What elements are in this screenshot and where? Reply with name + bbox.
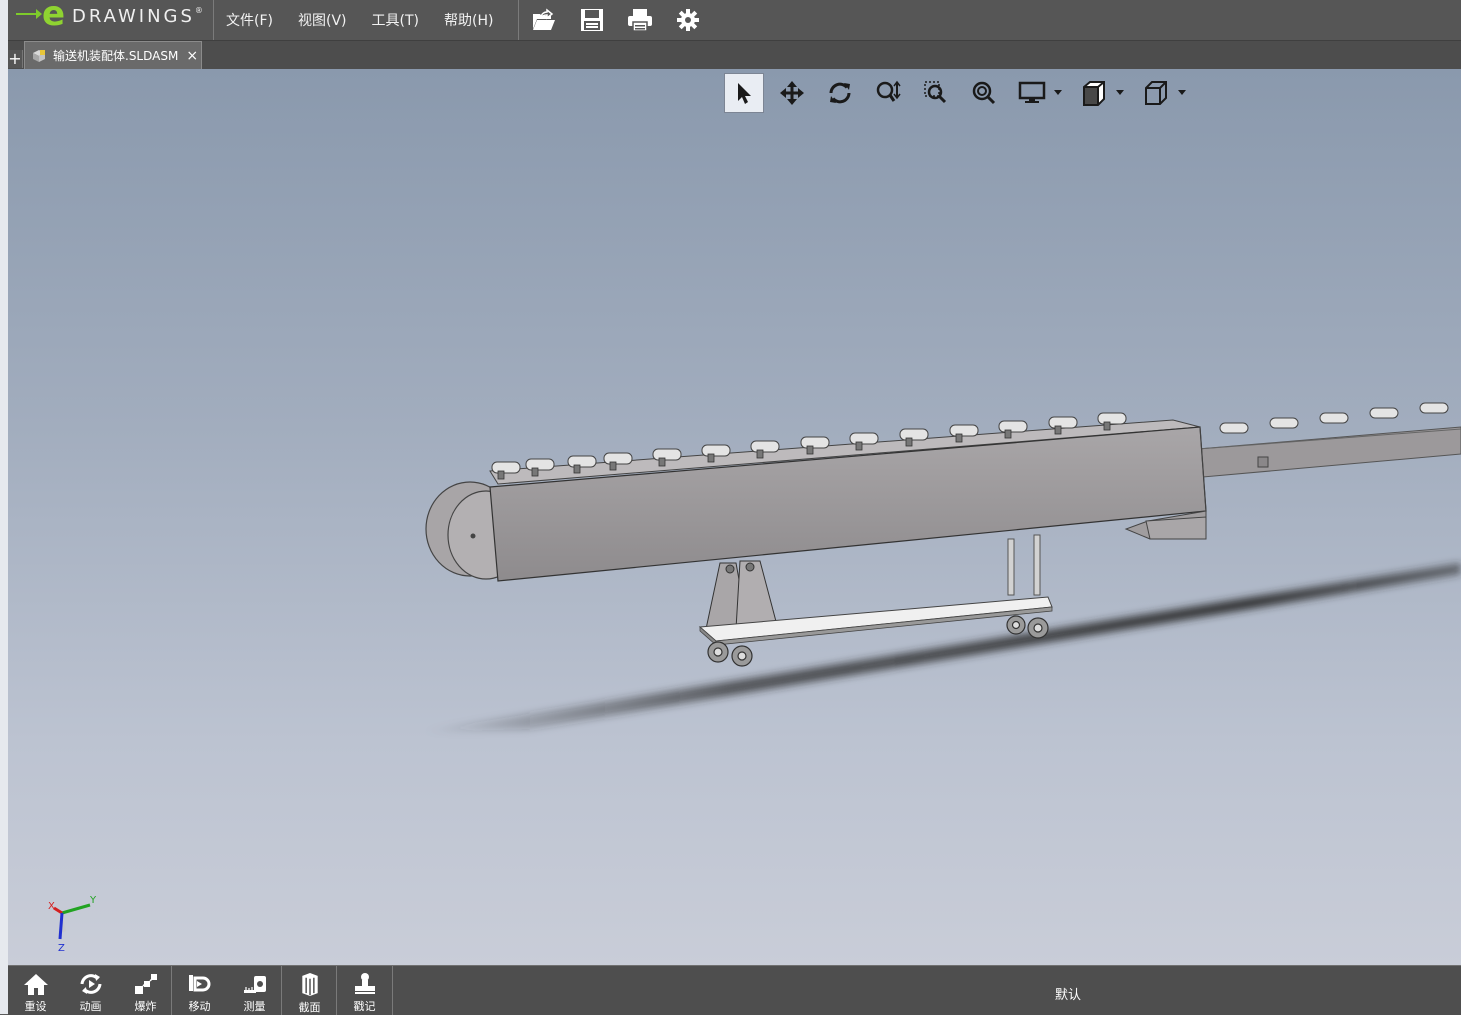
edrawings-logo: e DRAWINGS® <box>8 0 213 40</box>
stamp-button[interactable]: 戳记 <box>337 966 392 1015</box>
measure-icon <box>243 976 266 993</box>
section-icon <box>301 972 318 997</box>
zoom-to-area-icon <box>924 81 947 104</box>
menu-bar: 文件(F) 视图(V) 工具(T) 帮助(H) <box>214 0 506 40</box>
divider <box>392 966 393 1015</box>
view-orientation-button[interactable] <box>1074 73 1114 113</box>
gear-icon <box>677 9 699 31</box>
document-tab[interactable]: 输送机装配体.SLDASM × <box>24 41 202 69</box>
logo-text: DRAWINGS® <box>72 6 203 27</box>
support-struts <box>1007 534 1041 596</box>
tab-label: 输送机装配体.SLDASM <box>53 49 179 63</box>
zoom-to-area-button[interactable] <box>916 73 956 113</box>
pan-icon <box>780 81 804 105</box>
view-toolbar <box>724 73 1198 113</box>
zoom-button[interactable] <box>964 73 1004 113</box>
rotate-icon <box>829 82 851 104</box>
chevron-down-icon <box>1116 90 1124 95</box>
menu-file[interactable]: 文件(F) <box>226 10 273 30</box>
zoom-to-fit-icon <box>876 80 901 102</box>
document-tab-bar: + 输送机装配体.SLDASM × <box>8 41 1461 69</box>
reset-button[interactable]: 重设 <box>8 966 63 1015</box>
logo-wordmark: DRAWINGS <box>72 6 195 27</box>
bottom-toolbar: 重设 动画 爆炸 移动 测量 截面 戳记 默认 <box>8 965 1461 1015</box>
rollers-right <box>1219 402 1449 434</box>
open-button[interactable] <box>530 6 558 34</box>
pan-button[interactable] <box>772 73 812 113</box>
left-edge-strip <box>0 0 8 1014</box>
select-icon <box>738 83 751 104</box>
view-orientation-dropdown[interactable] <box>1114 90 1126 96</box>
explode-label: 爆炸 <box>134 1000 157 1013</box>
logo-registered-mark: ® <box>194 6 203 15</box>
logo-arrow-icon <box>16 9 42 19</box>
new-tab-button[interactable]: + <box>8 50 23 68</box>
conveyor-model <box>418 402 1461 732</box>
section-button[interactable]: 截面 <box>282 966 337 1015</box>
display-style-button[interactable] <box>1012 73 1052 113</box>
view-orientation-icon <box>1083 81 1105 106</box>
print-icon <box>628 9 652 32</box>
file-actions <box>520 0 712 40</box>
configuration-name[interactable]: 默认 <box>1055 984 1081 1003</box>
explode-icon <box>134 974 157 994</box>
a-frame-right <box>735 560 779 630</box>
animate-icon <box>80 974 101 994</box>
close-icon[interactable]: × <box>186 48 198 64</box>
home-icon <box>23 974 48 995</box>
standard-views-dropdown[interactable] <box>1176 90 1188 96</box>
animate-button[interactable]: 动画 <box>63 966 118 1015</box>
display-style-dropdown[interactable] <box>1052 90 1064 96</box>
model-shadow <box>418 563 1461 732</box>
move-icon <box>188 975 210 992</box>
axis-triad: Y X Z <box>48 895 97 954</box>
section-label: 截面 <box>298 1001 321 1014</box>
select-button[interactable] <box>724 73 764 113</box>
animate-label: 动画 <box>79 1000 102 1013</box>
axis-x-label: X <box>48 901 55 912</box>
settings-button[interactable] <box>674 6 702 34</box>
standard-views-button[interactable] <box>1136 73 1176 113</box>
display-style-icon <box>1018 81 1046 103</box>
stamp-label: 戳记 <box>353 1000 376 1013</box>
chevron-down-icon <box>1054 90 1062 95</box>
assembly-icon <box>33 49 45 62</box>
menu-view[interactable]: 视图(V) <box>298 10 347 30</box>
print-button[interactable] <box>626 6 654 34</box>
axis-z-label: Z <box>58 943 65 954</box>
bottom-group-tools: 移动 测量 <box>172 966 282 1015</box>
menu-tools[interactable]: 工具(T) <box>372 10 419 30</box>
logo-letter: e <box>42 0 66 34</box>
save-icon <box>581 9 603 31</box>
cube-icon <box>1145 81 1167 105</box>
measure-label: 测量 <box>243 1000 266 1013</box>
move-label: 移动 <box>188 1000 211 1013</box>
zoom-to-fit-button[interactable] <box>868 73 908 113</box>
rotate-button[interactable] <box>820 73 860 113</box>
move-button[interactable]: 移动 <box>172 966 227 1015</box>
menu-help[interactable]: 帮助(H) <box>444 10 493 30</box>
zoom-icon <box>972 81 996 105</box>
open-icon <box>533 8 555 30</box>
chevron-down-icon <box>1178 90 1186 95</box>
divider <box>518 0 519 40</box>
bottom-group-markup: 戳记 <box>337 966 392 1015</box>
axis-y-label: Y <box>89 895 97 906</box>
bottom-group-section: 截面 <box>282 966 337 1015</box>
explode-button[interactable]: 爆炸 <box>118 966 173 1015</box>
reset-label: 重设 <box>24 1000 47 1013</box>
stamp-icon <box>354 973 375 994</box>
measure-button[interactable]: 测量 <box>227 966 282 1015</box>
rail-extension <box>1197 426 1461 478</box>
top-toolbar: e DRAWINGS® 文件(F) 视图(V) 工具(T) 帮助(H) <box>8 0 1461 41</box>
3d-viewport[interactable]: Y X Z <box>8 69 1461 965</box>
save-button[interactable] <box>578 6 606 34</box>
bottom-group-view: 重设 动画 爆炸 <box>8 966 173 1015</box>
